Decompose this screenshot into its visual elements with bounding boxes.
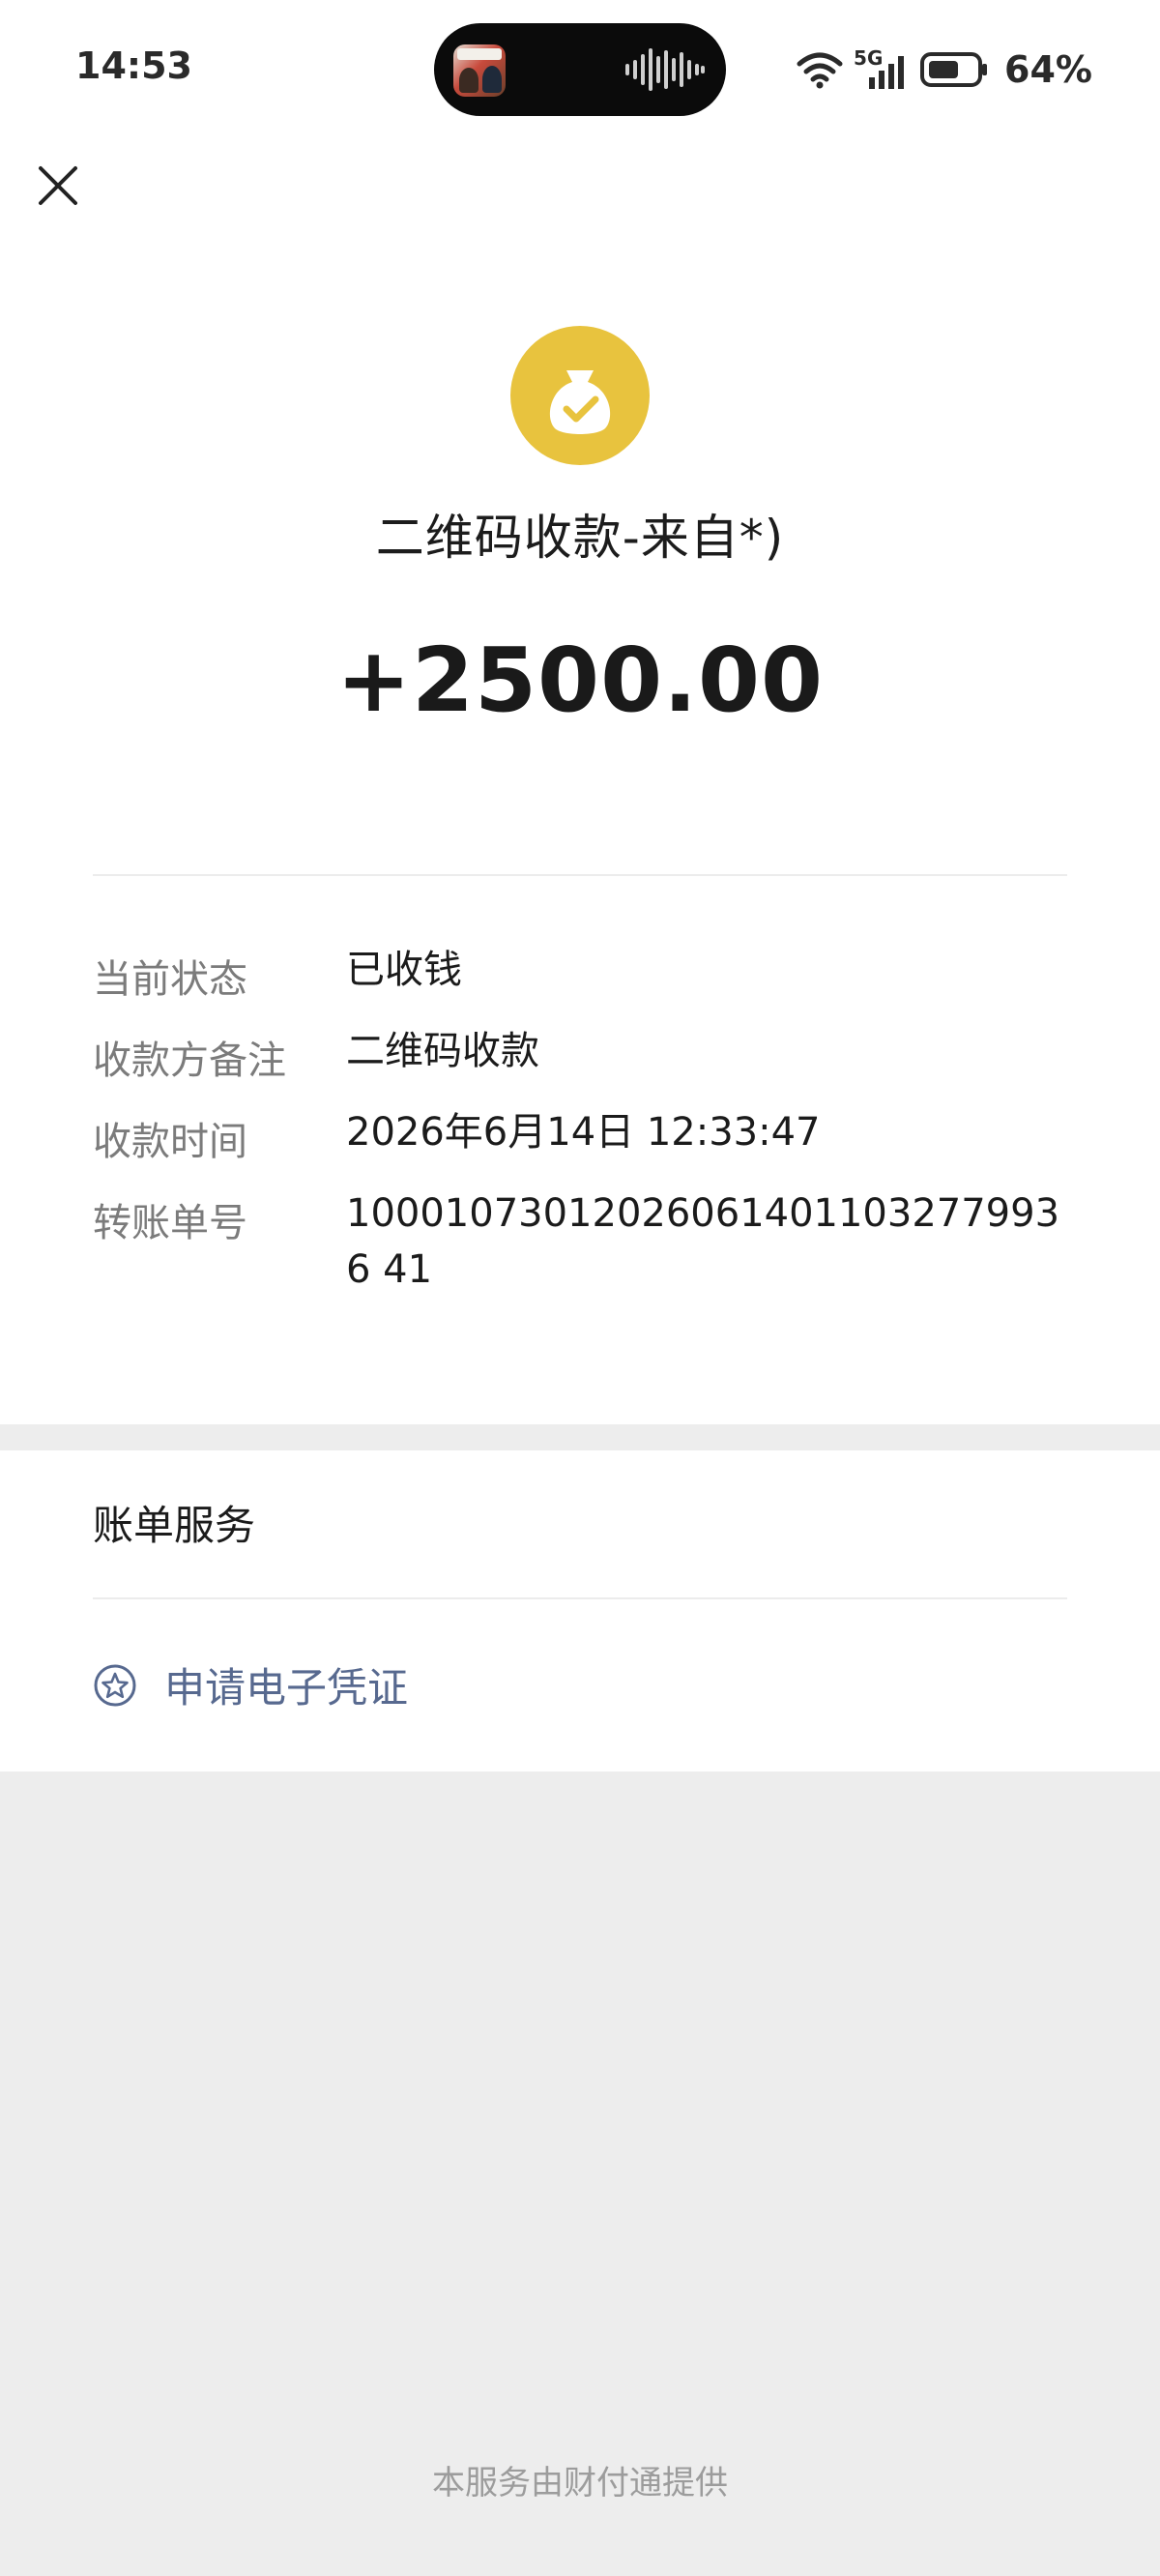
divider — [93, 874, 1067, 876]
transaction-title: 二维码收款-来自*) — [375, 510, 785, 566]
apply-voucher-label: 申请电子凭证 — [164, 1664, 409, 1712]
footer-note: 本服务由财付通提供 — [432, 2464, 728, 2503]
wifi-icon — [797, 52, 843, 89]
detail-label: 收款时间 — [93, 1120, 247, 1164]
close-button[interactable] — [27, 155, 89, 217]
bill-services-section: 账单服务 申请电子凭证 — [0, 1450, 1160, 1771]
app-thumbnail — [453, 44, 506, 97]
status-bar: 14:53 5G 64% — [0, 0, 1160, 145]
dynamic-island[interactable] — [434, 23, 726, 116]
section-title: 账单服务 — [93, 1502, 256, 1549]
battery-icon — [920, 52, 988, 87]
detail-label: 当前状态 — [93, 957, 247, 1002]
star-circle-icon — [94, 1664, 136, 1706]
detail-label: 收款方备注 — [93, 1039, 286, 1083]
signal-icon: 5G — [854, 46, 910, 89]
battery-percent: 64% — [1004, 48, 1092, 91]
close-icon — [39, 166, 77, 205]
detail-label: 转账单号 — [93, 1201, 247, 1245]
status-indicators: 5G 64% — [796, 46, 1092, 91]
audio-wave-icon — [625, 48, 705, 91]
transaction-amount: +2500.00 — [335, 629, 825, 732]
money-bag-check-icon — [510, 326, 650, 465]
apply-voucher-link[interactable]: 申请电子凭证 — [93, 1655, 408, 1714]
detail-value: 二维码收款 — [346, 1029, 539, 1073]
status-time: 14:53 — [75, 44, 192, 87]
detail-value: 已收钱 — [346, 948, 462, 992]
detail-value: 2026年6月14日 12:33:47 — [346, 1110, 821, 1155]
divider — [93, 1597, 1067, 1599]
detail-value: 100010730120260614011032779936 41 — [346, 1191, 1060, 1292]
